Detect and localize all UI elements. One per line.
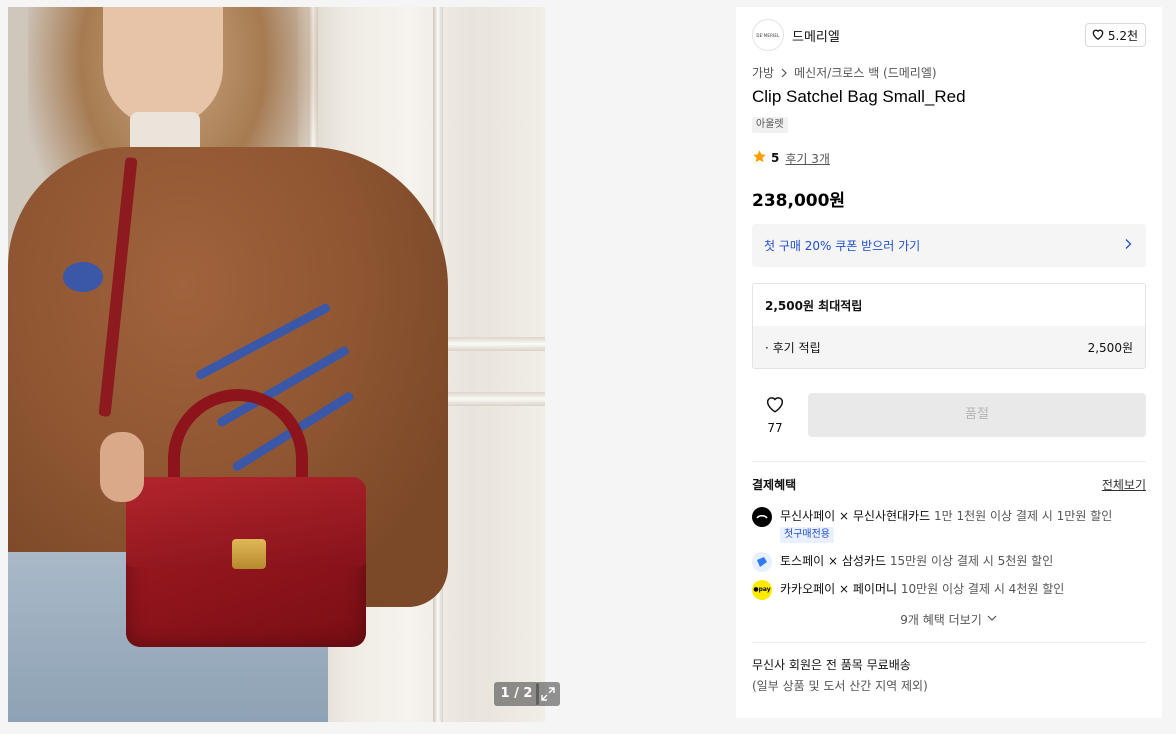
chevron-right-icon [1122, 238, 1134, 253]
shipping-note: (일부 상품 및 도서 산간 지역 제외) [752, 679, 928, 693]
points-row: · 후기 적립 2,500원 [753, 326, 1145, 368]
first-purchase-badge: 첫구매전용 [780, 527, 834, 543]
brand-like-button[interactable]: 5.2천 [1084, 23, 1146, 47]
photo-hand [100, 432, 144, 502]
product-price: 238,000원 [752, 191, 846, 211]
brand-like-count: 5.2천 [1107, 28, 1138, 43]
heart-icon [764, 397, 786, 419]
expand-icon[interactable] [536, 682, 560, 706]
kakao-pay-icon: ●pay [752, 580, 772, 600]
benefit-item[interactable]: 토스페이 × 삼성카드 15만원 이상 결제 시 5천원 할인 [752, 552, 1146, 572]
wishlist-count: 77 [767, 421, 783, 435]
benefit-desc: 1만 1천원 이상 결제 시 1만원 할인 [934, 509, 1113, 523]
more-benefits-label: 9개 혜택 더보기 [900, 613, 982, 627]
chevron-down-icon [986, 612, 998, 627]
benefit-desc: 15만원 이상 결제 시 5천원 할인 [889, 554, 1054, 568]
product-image-gallery: 1 / 2 [8, 7, 575, 722]
shipping-line: 무신사 회원은 전 품목 무료배송 [752, 658, 911, 672]
breadcrumb: 가방 메신저/크로스 백 (드메리엘) [752, 64, 937, 81]
payment-benefits-header: 결제혜택 전체보기 [752, 476, 1146, 493]
soldout-button[interactable]: 품절 [808, 393, 1146, 437]
breadcrumb-category[interactable]: 가방 [752, 64, 774, 81]
product-photo[interactable] [8, 7, 545, 722]
toss-pay-icon [752, 552, 772, 572]
image-counter: 1 / 2 [494, 682, 539, 706]
brand-name[interactable]: 드메리엘 [792, 26, 840, 45]
benefit-name: 토스페이 × 삼성카드 [780, 554, 887, 568]
photo-face [103, 7, 223, 127]
brand-row: DE'MERIEL 드메리엘 5.2천 [752, 19, 1146, 51]
chevron-right-icon [778, 67, 790, 79]
view-all-link[interactable]: 전체보기 [1102, 476, 1146, 493]
points-header: 2,500원 최대적립 [753, 284, 1145, 326]
divider [752, 642, 1146, 643]
payment-benefits-title: 결제혜택 [752, 478, 797, 492]
benefit-desc: 10만원 이상 결제 시 4천원 할인 [900, 582, 1065, 596]
benefit-item[interactable]: 무신사페이 × 무신사현대카드 1만 1천원 이상 결제 시 1만원 할인 첫구… [752, 507, 1146, 543]
coupon-banner[interactable]: 첫 구매 20% 쿠폰 받으러 가기 [752, 224, 1146, 267]
star-icon [752, 149, 767, 167]
brand-logo[interactable]: DE'MERIEL [752, 19, 784, 51]
divider [752, 461, 1146, 462]
shipping-info: 무신사 회원은 전 품목 무료배송 (일부 상품 및 도서 산간 지역 제외) [752, 655, 928, 697]
photo-bag-clasp [232, 539, 266, 569]
more-benefits-button[interactable]: 9개 혜택 더보기 [752, 611, 1146, 628]
product-title: Clip Satchel Bag Small_Red [752, 87, 966, 106]
musinsa-pay-icon [752, 507, 772, 527]
rating-score: 5 [771, 151, 780, 165]
benefit-item[interactable]: ●pay 카카오페이 × 페이머니 10만원 이상 결제 시 4천원 할인 [752, 580, 1146, 600]
breadcrumb-subcategory[interactable]: 메신저/크로스 백 (드메리엘) [794, 64, 936, 81]
wishlist-button[interactable]: 77 [752, 393, 798, 439]
rating-row: 5 후기 3개 [752, 149, 830, 167]
points-row-value: 2,500원 [1087, 340, 1133, 355]
points-box: 2,500원 최대적립 · 후기 적립 2,500원 [752, 283, 1146, 369]
points-row-label: · 후기 적립 [765, 340, 821, 355]
coupon-text: 첫 구매 20% 쿠폰 받으러 가기 [764, 239, 921, 253]
benefit-name: 무신사페이 × 무신사현대카드 [780, 509, 931, 523]
product-info-panel: DE'MERIEL 드메리엘 5.2천 가방 메신저/크로스 백 (드메리엘) … [736, 7, 1162, 718]
outlet-tag: 아울렛 [752, 117, 788, 133]
reviews-link[interactable]: 후기 3개 [785, 150, 830, 167]
benefit-name: 카카오페이 × 페이머니 [780, 582, 898, 596]
heart-icon [1091, 27, 1105, 44]
